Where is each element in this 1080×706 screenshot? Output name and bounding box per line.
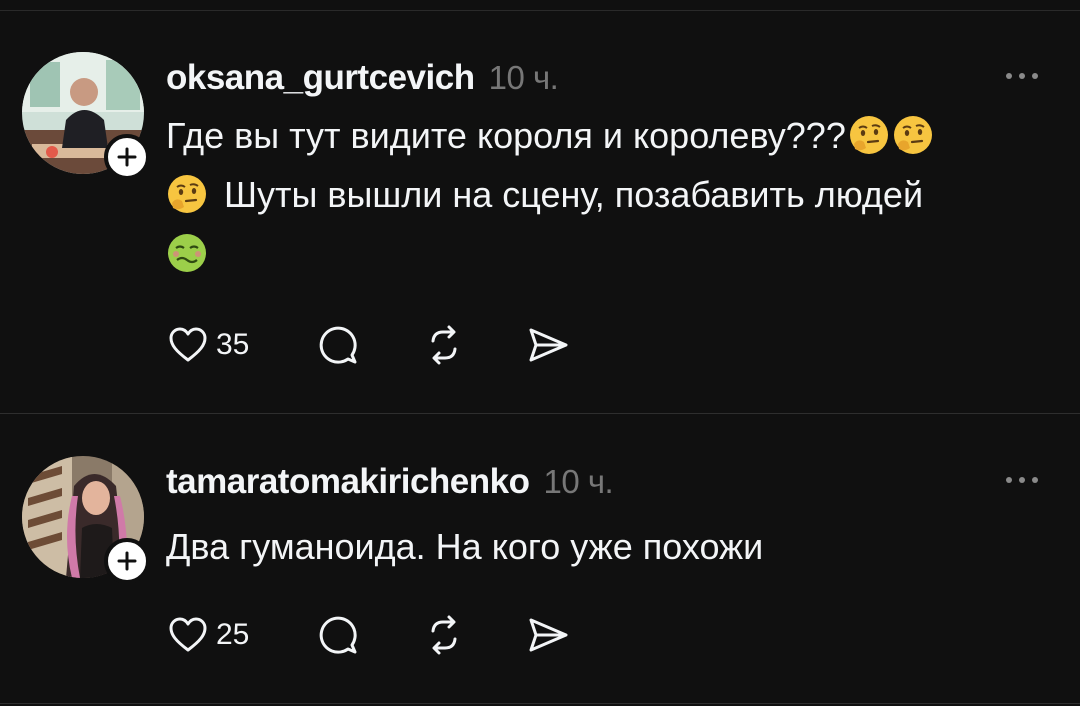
repost-button[interactable] [421,612,467,658]
post-actions: 35 [166,322,619,368]
repost-icon [431,615,457,655]
thinking-face-emoji-icon [849,116,888,154]
post-text: Два гуманоида. На кого уже похожи [166,526,764,567]
plus-icon [117,551,137,571]
timestamp: 10 ч. [543,463,614,500]
comment-button[interactable] [315,322,361,368]
nauseated-face-emoji-icon [168,234,206,272]
plus-icon [117,147,137,167]
like-count: 35 [216,328,250,361]
follow-button[interactable] [104,134,150,180]
thinking-face-emoji-icon [168,175,206,213]
repost-icon [431,325,457,365]
avatar-wrap[interactable] [22,456,150,584]
comment-icon [320,616,358,654]
post-text-line-2: Шуты вышли на сцену, позабавить людей [224,174,924,215]
avatar-wrap[interactable] [22,52,150,180]
follow-button[interactable] [104,538,150,584]
repost-button[interactable] [421,322,467,368]
send-icon [529,618,568,652]
top-divider [0,10,1080,11]
timestamp: 10 ч. [488,59,559,96]
thinking-face-emoji-icon [893,116,932,154]
post-text: Где вы тут видите короля и королеву??? Ш… [166,106,1046,283]
comment-icon [320,326,358,364]
bottom-divider [0,703,1080,704]
username[interactable]: oksana_gurtcevich [166,58,475,97]
like-button[interactable]: 35 [166,323,249,367]
like-button[interactable]: 25 [166,613,249,657]
post-actions: 25 [166,612,619,658]
username[interactable]: tamaratomakirichenko [166,462,530,501]
post-divider [0,413,1080,414]
post-header: tamaratomakirichenko 10 ч. [166,462,614,502]
send-icon [529,328,568,362]
post-header: oksana_gurtcevich 10 ч. [166,58,559,98]
comment-button[interactable] [315,612,361,658]
post-text-line-1: Где вы тут видите короля и королеву??? [166,115,846,156]
heart-icon [169,617,207,652]
heart-icon [169,327,207,362]
share-button[interactable] [525,322,571,368]
like-count: 25 [216,618,250,651]
more-options-icon[interactable] [1006,477,1038,483]
share-button[interactable] [525,612,571,658]
more-options-icon[interactable] [1006,73,1038,79]
